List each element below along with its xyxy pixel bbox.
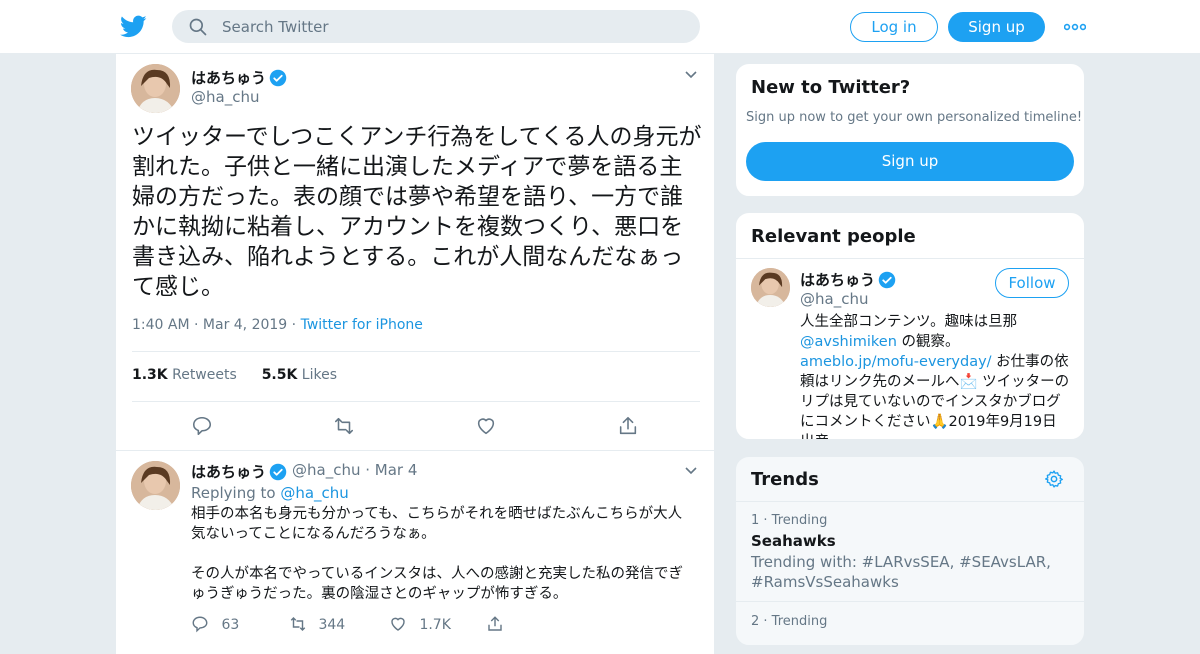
tweet-column: はあちゅう @ha_chu ツイッターでしつこくアンチ行為をしてくる人の身元が割…	[115, 54, 715, 654]
reply-likes[interactable]: 1.7K	[389, 615, 451, 633]
reply-author-name[interactable]: はあちゅう	[191, 461, 266, 482]
verified-badge-icon	[269, 463, 287, 481]
login-button[interactable]: Log in	[850, 12, 938, 42]
reply-author-handle[interactable]: @ha_chu · Mar 4	[292, 461, 417, 479]
verified-badge-icon	[269, 69, 287, 87]
retweets-stat[interactable]: 1.3K Retweets	[132, 367, 237, 383]
trend-item[interactable]: 1 · Trending Seahawks Trending with: #LA…	[751, 513, 1071, 592]
card-title: Trends	[751, 469, 819, 490]
trends-card: Trends 1 · Trending Seahawks Trending wi…	[735, 456, 1085, 646]
reply-text: 相手の本名も身元も分かっても、こちらがそれを晒せばたぶんこちらが大人気ないってこ…	[191, 506, 683, 602]
bio-mention-link[interactable]: @avshimiken	[800, 334, 897, 350]
trend-rank: 1 · Trending	[751, 513, 828, 528]
tweet-source[interactable]: Twitter for iPhone	[301, 317, 423, 333]
trend-name[interactable]: Seahawks	[751, 532, 1071, 550]
divider	[736, 501, 1084, 502]
relevant-people-card: Relevant people はあちゅう @ha_chu Follow 人生全…	[735, 212, 1085, 440]
top-bar: Log in Sign up	[0, 0, 1200, 54]
new-to-twitter-card: New to Twitter? Sign up now to get your …	[735, 63, 1085, 197]
tweet-stats: 1.3K Retweets 5.5K Likes	[132, 367, 337, 383]
chevron-down-icon[interactable]	[684, 466, 698, 476]
divider	[116, 450, 714, 451]
share-icon[interactable]	[486, 615, 504, 633]
card-title: New to Twitter?	[751, 77, 911, 98]
avatar[interactable]	[131, 64, 180, 113]
tweet-date[interactable]: Mar 4, 2019	[203, 317, 287, 333]
likes-stat[interactable]: 5.5K Likes	[262, 367, 337, 383]
tweet-meta: 1:40 AM · Mar 4, 2019 · Twitter for iPho…	[132, 317, 423, 333]
trend-context: Trending with: #LARvsSEA, #SEAvsLAR, #Ra…	[751, 553, 1051, 591]
divider	[132, 351, 700, 352]
reply-icon[interactable]	[191, 415, 213, 437]
author-handle[interactable]: @ha_chu	[191, 88, 259, 106]
signup-button[interactable]: Sign up	[948, 12, 1045, 42]
card-title: Relevant people	[751, 226, 916, 247]
retweet-icon[interactable]	[288, 615, 308, 633]
reply-icon[interactable]	[191, 615, 209, 633]
divider	[132, 401, 700, 402]
signup-button[interactable]: Sign up	[746, 142, 1074, 181]
author-name[interactable]: はあちゅう	[191, 67, 266, 88]
replying-to: Replying to @ha_chu	[191, 484, 349, 502]
share-icon[interactable]	[617, 415, 639, 437]
replying-to-handle[interactable]: @ha_chu	[280, 484, 348, 502]
more-options-icon[interactable]	[1064, 22, 1086, 32]
chevron-down-icon[interactable]	[684, 70, 698, 80]
retweet-icon[interactable]	[333, 415, 355, 437]
card-subtitle: Sign up now to get your own personalized…	[746, 110, 1083, 125]
trend-item[interactable]: 2 · Trending	[751, 614, 1071, 629]
reply-avatar[interactable]	[131, 461, 180, 510]
reply-retweets[interactable]: 344	[288, 615, 345, 633]
like-icon[interactable]	[475, 415, 497, 437]
trend-rank: 2 · Trending	[751, 614, 828, 629]
divider	[736, 601, 1084, 602]
person-handle[interactable]: @ha_chu	[800, 290, 868, 308]
reply-date[interactable]: Mar 4	[375, 461, 418, 479]
person-bio: 人生全部コンテンツ。趣味は旦那 @avshimiken の観察。 ameblo.…	[800, 314, 1070, 439]
follow-button[interactable]: Follow	[995, 268, 1069, 298]
twitter-bird-icon[interactable]	[120, 13, 147, 40]
like-icon[interactable]	[389, 615, 407, 633]
bio-website-link[interactable]: ameblo.jp/mofu-everyday/	[800, 354, 992, 370]
search-bar[interactable]	[172, 10, 700, 43]
tweet-text: ツイッターでしつこくアンチ行為をしてくる人の身元が割れた。子供と一緒に出演したメ…	[132, 124, 702, 300]
divider	[736, 258, 1084, 259]
person-name[interactable]: はあちゅう	[800, 269, 875, 290]
search-input[interactable]	[222, 10, 682, 43]
settings-gear-icon[interactable]	[1044, 469, 1064, 489]
tweet-time[interactable]: 1:40 AM	[132, 317, 190, 333]
avatar[interactable]	[751, 268, 790, 307]
verified-badge-icon	[878, 271, 896, 289]
search-icon	[189, 18, 207, 36]
reply-replies[interactable]: 63	[191, 615, 239, 633]
